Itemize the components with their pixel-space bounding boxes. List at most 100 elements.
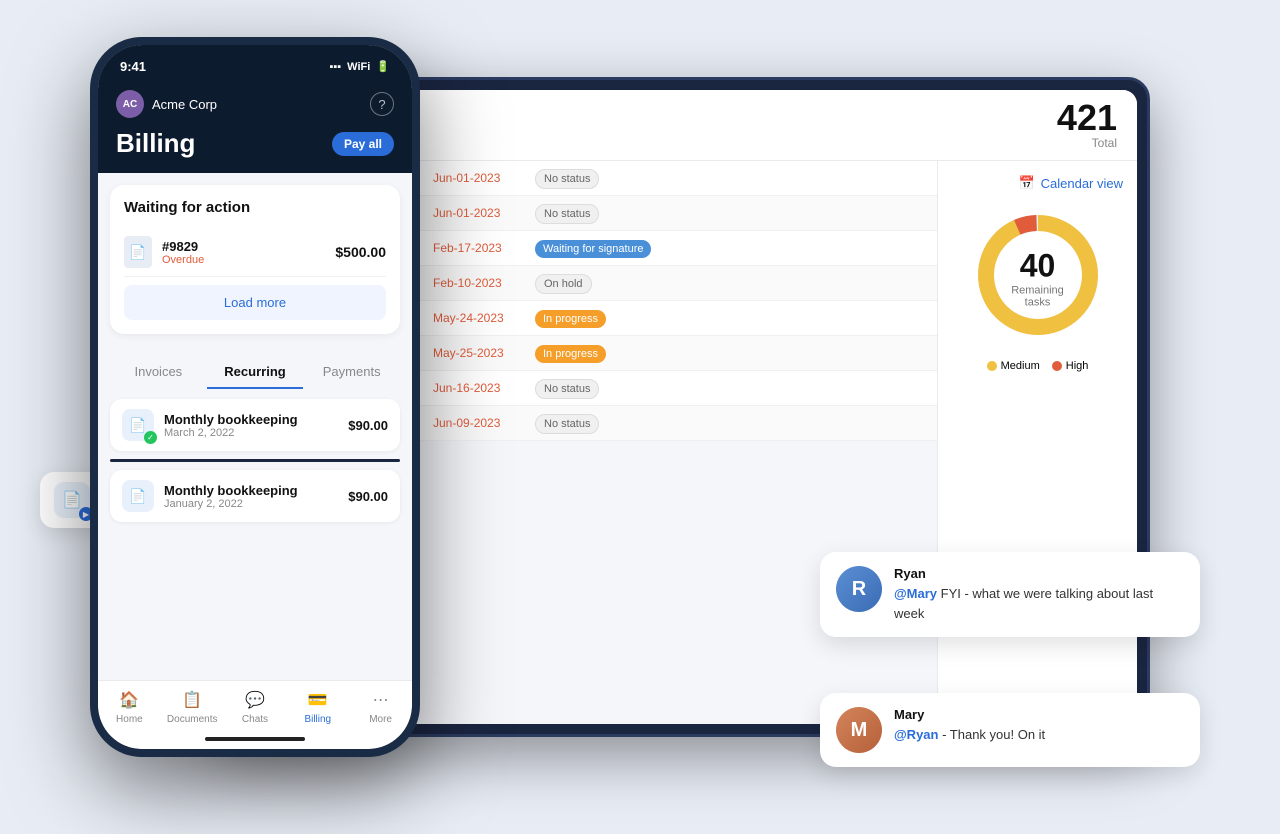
rec-check-1: ✓: [144, 431, 157, 444]
status-badge: Waiting for signature: [535, 240, 651, 258]
rec-icon-1: 📄 ✓: [122, 409, 154, 441]
col-status: No status: [535, 381, 665, 395]
ryan-name: Ryan: [894, 566, 1184, 581]
home-indicator: [205, 737, 305, 741]
col-deadline: Jun-09-2023: [433, 416, 523, 430]
col-status: In progress: [535, 346, 665, 360]
nav-home[interactable]: 🏠 Home: [98, 689, 161, 725]
nav-home-label: Home: [116, 714, 143, 725]
total-label: Total: [1057, 136, 1117, 150]
tab-payments[interactable]: Payments: [303, 356, 400, 389]
nav-billing-label: Billing: [304, 714, 331, 725]
rec-left-1: 📄 ✓ Monthly bookkeeping March 2, 2022: [122, 409, 298, 441]
high-dot: [1052, 361, 1062, 371]
ryan-avatar: R: [836, 566, 882, 612]
donut-value: 40: [1003, 247, 1073, 284]
recurring-item-2[interactable]: 📄 Monthly bookkeeping January 2, 2022 $9…: [110, 470, 400, 522]
status-badge: No status: [535, 169, 599, 189]
avatar: AC: [116, 90, 144, 118]
signal-icon: ▪▪▪: [329, 61, 341, 73]
status-badge: No status: [535, 204, 599, 224]
documents-icon: 📋: [181, 689, 203, 711]
chats-icon: 💬: [244, 689, 266, 711]
donut-label: Remaining tasks: [1003, 284, 1073, 308]
tab-invoices[interactable]: Invoices: [110, 356, 207, 389]
load-more-button[interactable]: Load more: [124, 285, 386, 320]
tab-recurring[interactable]: Recurring: [207, 356, 304, 389]
nav-more[interactable]: ⋯ More: [349, 689, 412, 725]
nav-chats[interactable]: 💬 Chats: [224, 689, 287, 725]
ryan-message: @Mary FYI - what we were talking about l…: [894, 584, 1184, 623]
waiting-card: Waiting for action 📄 #9829 Overdue $500.…: [110, 185, 400, 334]
col-deadline: Jun-16-2023: [433, 381, 523, 395]
col-deadline: May-25-2023: [433, 346, 523, 360]
legend-medium: Medium: [987, 360, 1040, 372]
wifi-icon: WiFi: [347, 61, 370, 73]
nav-billing[interactable]: 💳 Billing: [286, 689, 349, 725]
total-stat: 421 Total: [1057, 100, 1117, 150]
medium-label: Medium: [1001, 360, 1040, 372]
rec-date-2: January 2, 2022: [164, 498, 298, 510]
calendar-view-label: Calendar view: [1041, 176, 1123, 191]
rec-icon-2: 📄: [122, 480, 154, 512]
account-row: AC Acme Corp ?: [116, 90, 394, 118]
status-badge: In progress: [535, 310, 606, 328]
more-icon: ⋯: [370, 689, 392, 711]
phone-content: Waiting for action 📄 #9829 Overdue $500.…: [98, 173, 412, 680]
status-badge: In progress: [535, 345, 606, 363]
nav-chats-label: Chats: [242, 714, 268, 725]
total-number: 421: [1057, 100, 1117, 136]
chat-mary: M Mary @Ryan - Thank you! On it: [820, 693, 1200, 767]
status-badge: No status: [535, 414, 599, 434]
legend-high: High: [1052, 360, 1089, 372]
billing-title: Billing: [116, 128, 195, 159]
mary-name: Mary: [894, 707, 1184, 722]
mary-text: - Thank you! On it: [938, 727, 1045, 742]
waiting-title: Waiting for action: [124, 199, 386, 216]
invoice-info: #9829 Overdue: [162, 239, 204, 266]
rec-name-1: Monthly bookkeeping: [164, 412, 298, 427]
time-display: 9:41: [120, 59, 146, 74]
col-status: In progress: [535, 311, 665, 325]
status-badge: No status: [535, 379, 599, 399]
donut-chart: 40 Remaining tasks Medium High: [952, 205, 1123, 372]
phone-header: AC Acme Corp ? Billing Pay all: [98, 82, 412, 173]
col-status: No status: [535, 206, 665, 220]
rec-amount-2: $90.00: [348, 489, 388, 504]
invoice-amount: $500.00: [335, 244, 386, 260]
phone-nav: 🏠 Home 📋 Documents 💬 Chats 💳 Billing ⋯: [98, 680, 412, 729]
doc-icon: 📄: [124, 236, 152, 268]
rec-left-2: 📄 Monthly bookkeeping January 2, 2022: [122, 480, 298, 512]
rec-date-1: March 2, 2022: [164, 427, 298, 439]
account-name: Acme Corp: [152, 97, 217, 112]
invoice-number: #9829: [162, 239, 204, 254]
nav-documents-label: Documents: [167, 714, 218, 725]
help-button[interactable]: ?: [370, 92, 394, 116]
col-deadline: Feb-17-2023: [433, 241, 523, 255]
col-status: On hold: [535, 276, 665, 290]
nav-documents[interactable]: 📋 Documents: [161, 689, 224, 725]
chart-legend: Medium High: [987, 360, 1089, 372]
tablet-right-panel: 📅 Calendar view: [937, 161, 1137, 724]
battery-icon: 🔋: [376, 60, 390, 73]
recurring-item-1[interactable]: 📄 ✓ Monthly bookkeeping March 2, 2022 $9…: [110, 399, 400, 451]
col-status: No status: [535, 416, 665, 430]
phone: 9:41 ▪▪▪ WiFi 🔋 AC Acme Corp ? Billi: [90, 37, 420, 757]
high-label: High: [1066, 360, 1089, 372]
home-icon: 🏠: [118, 689, 140, 711]
invoice-row[interactable]: 📄 #9829 Overdue $500.00: [124, 228, 386, 277]
status-badge: On hold: [535, 274, 592, 294]
nav-more-label: More: [369, 714, 392, 725]
mary-mention: @Ryan: [894, 727, 938, 742]
billing-title-row: Billing Pay all: [116, 128, 394, 159]
mary-avatar: M: [836, 707, 882, 753]
rec-info-1: Monthly bookkeeping March 2, 2022: [164, 412, 298, 439]
account-left: AC Acme Corp: [116, 90, 217, 118]
separator: [110, 459, 400, 462]
pay-all-button[interactable]: Pay all: [332, 132, 394, 156]
rec-info-2: Monthly bookkeeping January 2, 2022: [164, 483, 298, 510]
billing-icon: 💳: [307, 689, 329, 711]
col-deadline: Jun-01-2023: [433, 171, 523, 185]
phone-notch: [195, 45, 315, 73]
calendar-view-button[interactable]: 📅 Calendar view: [952, 175, 1123, 191]
